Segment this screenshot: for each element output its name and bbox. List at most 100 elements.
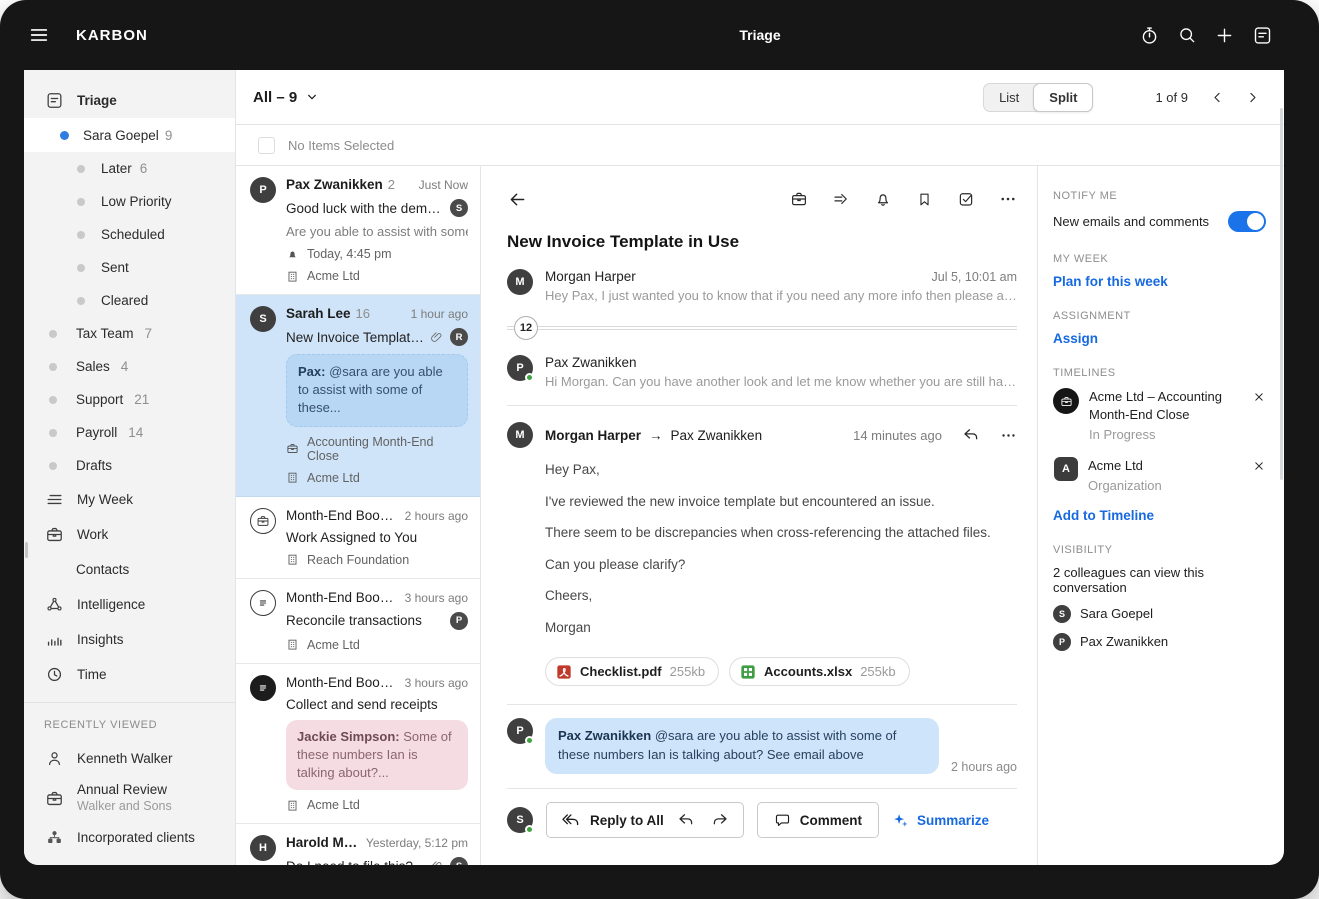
sidebar-item-my-week[interactable]: My Week <box>24 482 235 517</box>
add-to-timeline-link[interactable]: Add to Timeline <box>1053 508 1154 523</box>
bookmark-icon[interactable] <box>916 191 933 208</box>
attachment-checklist-pdf[interactable]: Checklist.pdf 255kb <box>545 657 719 686</box>
clock-icon <box>44 665 64 684</box>
collapsed-message[interactable]: P Pax Zwanikken Hi Morgan. Can you have … <box>507 350 1017 406</box>
visibility-text: 2 colleagues can view this conversation <box>1053 565 1266 595</box>
assignee-badge: S <box>450 199 468 217</box>
top-bar: KARBON Triage <box>0 0 1319 70</box>
reply-bar: S Reply to All Comment <box>507 789 1017 851</box>
sidebar-item-low-priority[interactable]: Low Priority <box>24 185 235 218</box>
chevron-left-icon[interactable] <box>1210 90 1225 105</box>
sidebar-item-triage[interactable]: Triage <box>24 82 235 118</box>
comment-button[interactable]: Comment <box>757 802 879 838</box>
sidebar-scrollbar[interactable] <box>25 542 28 558</box>
recent-item-annual-review[interactable]: Annual ReviewWalker and Sons <box>24 776 235 820</box>
timeline-item-organization[interactable]: A Acme Ltd Organization <box>1053 457 1266 495</box>
to-arrow: → <box>649 428 663 443</box>
more-options-icon[interactable] <box>999 190 1017 208</box>
org-chart-icon <box>44 828 64 847</box>
sidebar-item-drafts[interactable]: Drafts <box>24 449 235 482</box>
sidebar-item-cleared[interactable]: Cleared <box>24 284 235 317</box>
list-item[interactable]: P Pax Zwanikken2Just Now Good luck with … <box>236 166 480 295</box>
content-scrollbar[interactable] <box>1280 108 1283 480</box>
avatar: P <box>250 177 276 203</box>
close-icon[interactable] <box>1252 390 1266 404</box>
filter-dropdown[interactable]: All – 9 <box>253 89 320 106</box>
forward-icon[interactable] <box>711 811 729 829</box>
sidebar-item-support[interactable]: Support21 <box>24 383 235 416</box>
assign-link[interactable]: Assign <box>1053 331 1098 346</box>
building-icon <box>286 270 299 283</box>
org-avatar: A <box>1054 457 1078 481</box>
timeline-item-work[interactable]: Acme Ltd – Accounting Month-End Close In… <box>1053 388 1266 444</box>
recently-viewed-header: RECENTLY VIEWED <box>24 715 235 741</box>
more-options-icon[interactable] <box>1000 427 1017 444</box>
notify-me-header: NOTIFY ME <box>1053 190 1266 202</box>
list-item[interactable]: Month-End Bookkeeping3 hours ago Reconci… <box>236 579 480 664</box>
comment-bubble[interactable]: Pax Zwanikken @sara are you able to assi… <box>545 718 939 774</box>
comment-thread: P Pax Zwanikken @sara are you able to as… <box>507 705 1017 788</box>
add-to-work-icon[interactable] <box>790 190 808 208</box>
recent-item-kenneth-walker[interactable]: Kenneth Walker <box>24 741 235 776</box>
menu-icon[interactable] <box>28 24 50 46</box>
visibility-person[interactable]: S Sara Goepel <box>1053 605 1266 623</box>
unread-dot <box>60 131 69 140</box>
search-icon[interactable] <box>1177 25 1197 45</box>
move-to-icon[interactable] <box>832 190 850 208</box>
chevron-right-icon[interactable] <box>1245 90 1260 105</box>
reply-to-all-button[interactable]: Reply to All <box>546 802 744 838</box>
visibility-header: VISIBILITY <box>1053 544 1266 556</box>
my-week-icon <box>44 490 64 509</box>
sidebar-item-scheduled[interactable]: Scheduled <box>24 218 235 251</box>
collapsed-message[interactable]: M Morgan HarperJul 5, 10:01 am Hey Pax, … <box>507 264 1017 312</box>
sidebar-item-time[interactable]: Time <box>24 657 235 692</box>
sidebar-item-insights[interactable]: Insights <box>24 622 235 657</box>
sidebar-item-payroll[interactable]: Payroll14 <box>24 416 235 449</box>
sidebar-item-contacts[interactable]: Contacts <box>24 552 235 587</box>
triage-item-list: P Pax Zwanikken2Just Now Good luck with … <box>236 166 481 865</box>
detail-toolbar <box>507 182 1017 216</box>
sidebar: Triage Sara Goepel 9 Later6 Low Priority… <box>24 70 236 865</box>
selection-bar: No Items Selected <box>236 125 1284 166</box>
close-icon[interactable] <box>1252 459 1266 473</box>
reply-icon[interactable] <box>962 426 980 444</box>
triage-icon[interactable] <box>1252 25 1273 46</box>
sidebar-item-sent[interactable]: Sent <box>24 251 235 284</box>
paperclip-icon <box>430 330 444 344</box>
visibility-person[interactable]: P Pax Zwanikken <box>1053 633 1266 651</box>
summarize-button[interactable]: Summarize <box>892 812 989 829</box>
list-item[interactable]: H Harold McKinleyYesterday, 5:12 pm Do I… <box>236 824 480 865</box>
reply-icon[interactable] <box>677 811 695 829</box>
comment-preview-bubble: Jackie Simpson: Some of these numbers Ia… <box>286 720 468 791</box>
plan-for-week-link[interactable]: Plan for this week <box>1053 274 1168 289</box>
sidebar-item-sara-goepel[interactable]: Sara Goepel 9 <box>24 118 235 152</box>
assignee-badge: S <box>450 857 468 865</box>
add-icon[interactable] <box>1214 25 1235 46</box>
mark-complete-icon[interactable] <box>957 190 975 208</box>
triage-icon <box>44 91 64 110</box>
sidebar-item-intelligence[interactable]: Intelligence <box>24 587 235 622</box>
list-item-selected[interactable]: S Sarah Lee161 hour ago New Invoice Temp… <box>236 295 480 497</box>
avatar: S <box>250 306 276 332</box>
list-item[interactable]: Month-End Bookkeeping2 hours ago Work As… <box>236 497 480 579</box>
view-list-button[interactable]: List <box>984 84 1034 111</box>
sidebar-item-work[interactable]: Work <box>24 517 235 552</box>
recent-item-incorporated-clients[interactable]: Incorporated clients <box>24 820 235 855</box>
timer-icon[interactable] <box>1139 25 1160 46</box>
sparkle-icon <box>892 812 909 829</box>
view-split-button[interactable]: Split <box>1033 83 1093 112</box>
sidebar-item-later[interactable]: Later6 <box>24 152 235 185</box>
list-item[interactable]: Month-End Bookkeeping3 hours ago Collect… <box>236 664 480 825</box>
avatar: M <box>507 422 533 448</box>
sidebar-item-sales[interactable]: Sales4 <box>24 350 235 383</box>
back-icon[interactable] <box>507 189 528 210</box>
collapsed-count-divider[interactable]: 12 <box>507 316 1017 340</box>
app-window: KARBON Triage Triage Sara Goepel 9 Later… <box>0 0 1319 899</box>
bell-icon[interactable] <box>874 190 892 208</box>
collapsed-count[interactable]: 12 <box>514 316 538 340</box>
notify-toggle[interactable] <box>1228 211 1266 232</box>
attachment-accounts-xlsx[interactable]: Accounts.xlsx 255kb <box>729 657 910 686</box>
select-all-checkbox[interactable] <box>258 137 275 154</box>
sidebar-item-tax-team[interactable]: Tax Team7 <box>24 317 235 350</box>
work-briefcase-icon <box>250 508 276 534</box>
